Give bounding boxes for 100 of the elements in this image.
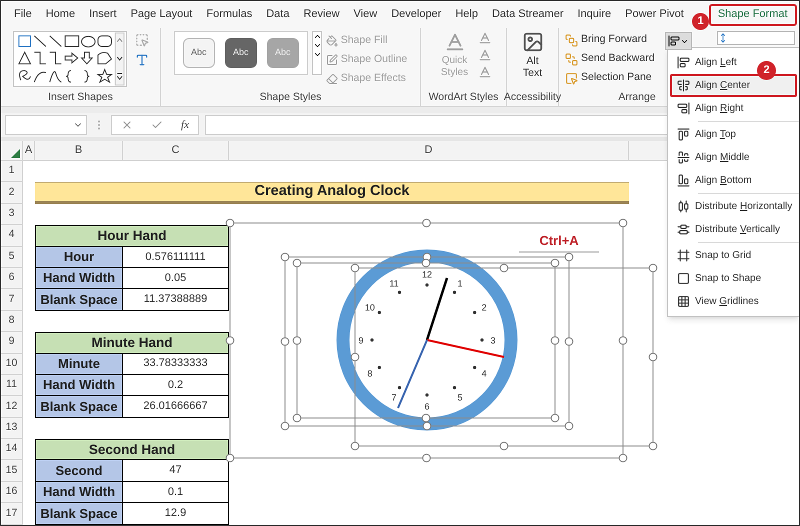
row-header[interactable]: 14 xyxy=(1,439,23,460)
ribbon-tab[interactable]: Data Streamer xyxy=(484,4,570,26)
table-cell: 11.37388889 xyxy=(123,289,229,311)
cancel-icon[interactable] xyxy=(121,119,133,131)
menu-item[interactable]: Distribute Vertically xyxy=(670,218,797,241)
grid-icon xyxy=(677,295,690,308)
text-box-icon[interactable] xyxy=(134,53,148,67)
column-header[interactable]: B xyxy=(35,141,123,160)
column-header[interactable]: C xyxy=(123,141,229,160)
more-icon[interactable] xyxy=(312,50,322,59)
menu-item[interactable]: Align Middle xyxy=(670,146,797,169)
shape-gallery-drawing[interactable] xyxy=(12,31,126,87)
scroll-down-icon[interactable] xyxy=(312,41,322,50)
paint-bucket-icon xyxy=(326,34,338,46)
table-cell: 12.9 xyxy=(123,503,229,525)
ribbon-tab[interactable]: Shape Format xyxy=(708,4,797,26)
select-all-icon[interactable] xyxy=(11,149,20,158)
alt-text-button[interactable]: Alt Text xyxy=(512,31,552,92)
ribbon-tab[interactable]: Home xyxy=(38,4,82,26)
column-header[interactable]: A xyxy=(23,141,35,160)
insert-function-button[interactable]: fx xyxy=(181,116,189,134)
row-header[interactable]: 8 xyxy=(1,310,23,332)
clock-number: 5 xyxy=(458,392,462,403)
menu-item[interactable]: Align Bottom xyxy=(670,169,797,192)
row-header[interactable]: 17 xyxy=(1,503,23,525)
table-header-cell: Minute Hand xyxy=(35,332,229,354)
row-header[interactable]: 2 xyxy=(1,182,23,204)
table-header-cell: Second Hand xyxy=(35,439,229,460)
label-cell: Blank Space xyxy=(35,396,123,418)
arrange-command[interactable]: Send Backward xyxy=(565,50,655,68)
row-header[interactable]: 1 xyxy=(1,161,23,182)
menu-item[interactable]: Align Right xyxy=(670,97,797,120)
row-header[interactable]: 9 xyxy=(1,332,23,354)
group-label: Accessibility xyxy=(504,92,562,102)
align-button[interactable] xyxy=(665,32,692,50)
square-icon xyxy=(677,272,690,285)
row-header[interactable]: 3 xyxy=(1,204,23,226)
ribbon-tab[interactable]: Help xyxy=(448,4,485,26)
table-header-cell: Hour Hand xyxy=(35,225,229,247)
distribute-vertically-icon xyxy=(677,223,690,236)
ribbon-tab[interactable]: Page Layout xyxy=(124,4,200,26)
height-field[interactable] xyxy=(717,31,795,45)
text-effects-icon[interactable] xyxy=(478,65,492,79)
eraser-icon xyxy=(326,72,338,84)
clock-number: 11 xyxy=(389,278,399,288)
selection-frame[interactable] xyxy=(280,252,574,430)
selection-frame[interactable] xyxy=(292,258,560,422)
ribbon-tab[interactable]: View xyxy=(346,4,384,26)
check-icon[interactable] xyxy=(151,119,164,131)
arrange-command[interactable]: Selection Pane xyxy=(565,69,655,87)
edit-shape-icon[interactable] xyxy=(134,33,148,47)
clock-number: 3 xyxy=(490,336,496,346)
label-cell: Hand Width xyxy=(35,268,123,290)
ribbon-tab[interactable]: Developer xyxy=(384,4,448,26)
row-header[interactable]: 4 xyxy=(1,225,23,247)
label-cell: Blank Space xyxy=(35,289,123,311)
menu-item[interactable]: Align Top xyxy=(670,123,797,146)
ribbon-tab[interactable]: Inquire xyxy=(570,4,618,26)
group-label: Insert Shapes xyxy=(48,92,113,102)
ribbon-tab[interactable]: File xyxy=(7,4,39,26)
ribbon-tab[interactable]: Insert xyxy=(82,4,124,26)
menu-item[interactable]: Snap to Grid xyxy=(670,244,797,267)
arrange-command[interactable]: Bring Forward xyxy=(565,31,655,49)
selection-frame[interactable] xyxy=(226,218,628,462)
ribbon-tab[interactable]: Formulas xyxy=(199,4,260,26)
clock-number: 4 xyxy=(482,368,487,378)
selection-frame[interactable] xyxy=(350,264,658,450)
clock-number: 8 xyxy=(367,368,372,378)
menu-item[interactable]: Snap to Shape xyxy=(670,267,797,290)
row-header[interactable]: 12 xyxy=(1,396,23,418)
menu-item[interactable]: Distribute Horizontally xyxy=(670,195,797,218)
style-preset[interactable]: Abc xyxy=(224,38,257,68)
row-header[interactable]: 11 xyxy=(1,374,23,396)
shortcut-label: Ctrl+A xyxy=(539,233,579,248)
row-header[interactable]: 6 xyxy=(1,268,23,290)
table-cell: 0.2 xyxy=(123,374,229,396)
scroll-up-icon[interactable] xyxy=(312,32,322,41)
row-header[interactable]: 7 xyxy=(1,289,23,311)
height-icon xyxy=(718,33,728,43)
clock-number: 9 xyxy=(358,336,364,346)
ribbon-tab[interactable]: Review xyxy=(296,4,347,26)
frame-icon xyxy=(677,249,690,262)
table-cell: 33.78333333 xyxy=(123,354,229,375)
ribbon-tab[interactable]: Data xyxy=(259,4,296,26)
row-header[interactable]: 10 xyxy=(1,354,23,375)
row-header[interactable]: 15 xyxy=(1,460,23,482)
menu-item[interactable]: Align Center xyxy=(670,74,797,97)
row-header[interactable]: 13 xyxy=(1,418,23,440)
style-preset[interactable]: Abc xyxy=(182,38,215,68)
title-cell: Creating Analog Clock xyxy=(35,182,629,204)
second-hand xyxy=(397,340,428,408)
text-fill-icon[interactable] xyxy=(478,31,492,45)
text-outline-icon[interactable] xyxy=(478,48,492,62)
menu-item[interactable]: View Gridlines xyxy=(670,290,797,313)
table-cell: 0.05 xyxy=(123,268,229,290)
row-header[interactable]: 16 xyxy=(1,482,23,504)
ribbon-tab[interactable]: Power Pivot xyxy=(618,4,691,26)
column-header[interactable]: D xyxy=(229,141,629,160)
row-header[interactable]: 5 xyxy=(1,246,23,268)
align-left-icon xyxy=(668,35,680,47)
